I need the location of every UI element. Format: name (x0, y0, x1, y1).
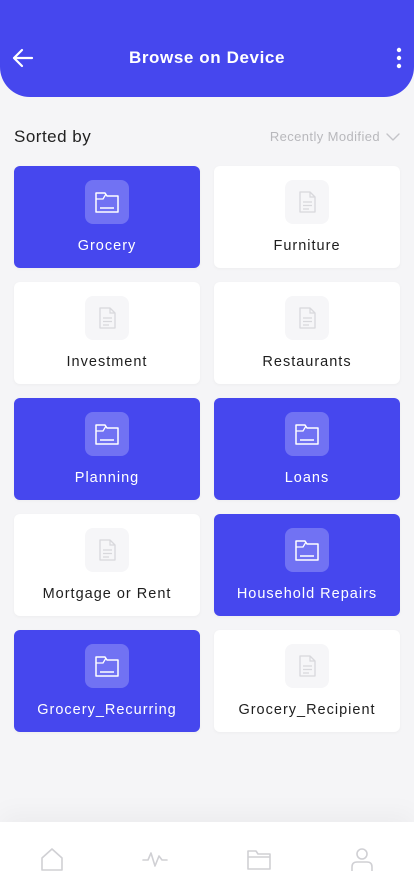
folder-icon (85, 412, 129, 456)
folder-label: Grocery_Recipient (238, 702, 376, 718)
folder-icon (85, 180, 129, 224)
chevron-down-icon (386, 132, 400, 141)
folder-card-7[interactable]: Household Repairs (214, 514, 400, 616)
folder-card-9[interactable]: Grocery_Recipient (214, 630, 400, 732)
folder-card-4[interactable]: Planning (14, 398, 200, 500)
folder-icon (285, 644, 329, 688)
folder-card-1[interactable]: Furniture (214, 166, 400, 268)
bottom-nav (0, 822, 414, 896)
folder-label: Loans (284, 470, 330, 486)
folder-card-2[interactable]: Investment (14, 282, 200, 384)
folder-card-0[interactable]: Grocery (14, 166, 200, 268)
folder-card-8[interactable]: Grocery_Recurring (14, 630, 200, 732)
folder-icon (85, 296, 129, 340)
browse-screen: Browse on Device Sorted by Recently Modi… (0, 0, 414, 896)
folder-card-5[interactable]: Loans (214, 398, 400, 500)
profile-icon[interactable] (349, 846, 375, 872)
folder-icon (285, 412, 329, 456)
page-title: Browse on Device (128, 48, 286, 67)
activity-icon[interactable] (142, 846, 168, 872)
sort-selected-value: Recently Modified (269, 129, 380, 144)
folder-grid: Grocery Furniture Investment Restaurants… (14, 166, 400, 732)
folder-icon (285, 528, 329, 572)
folder-icon[interactable] (246, 846, 272, 872)
folder-icon (285, 180, 329, 224)
folder-label: Restaurants (262, 354, 352, 370)
folder-card-3[interactable]: Restaurants (214, 282, 400, 384)
folder-label: Household Repairs (236, 586, 378, 602)
folder-icon (85, 644, 129, 688)
more-options-icon[interactable] (394, 47, 404, 69)
folder-label: Planning (74, 470, 140, 486)
folder-card-6[interactable]: Mortgage or Rent (14, 514, 200, 616)
folder-label: Mortgage or Rent (42, 586, 172, 602)
folder-label: Grocery_Recurring (37, 702, 177, 718)
folder-icon (85, 528, 129, 572)
folder-label: Furniture (273, 238, 341, 254)
folder-icon (285, 296, 329, 340)
folder-label: Grocery (77, 238, 137, 254)
header-bar: Browse on Device (0, 0, 414, 97)
sort-dropdown[interactable]: Recently Modified (270, 129, 400, 144)
home-icon[interactable] (39, 846, 65, 872)
folder-label: Investment (66, 354, 148, 370)
sort-label: Sorted by (14, 127, 92, 146)
